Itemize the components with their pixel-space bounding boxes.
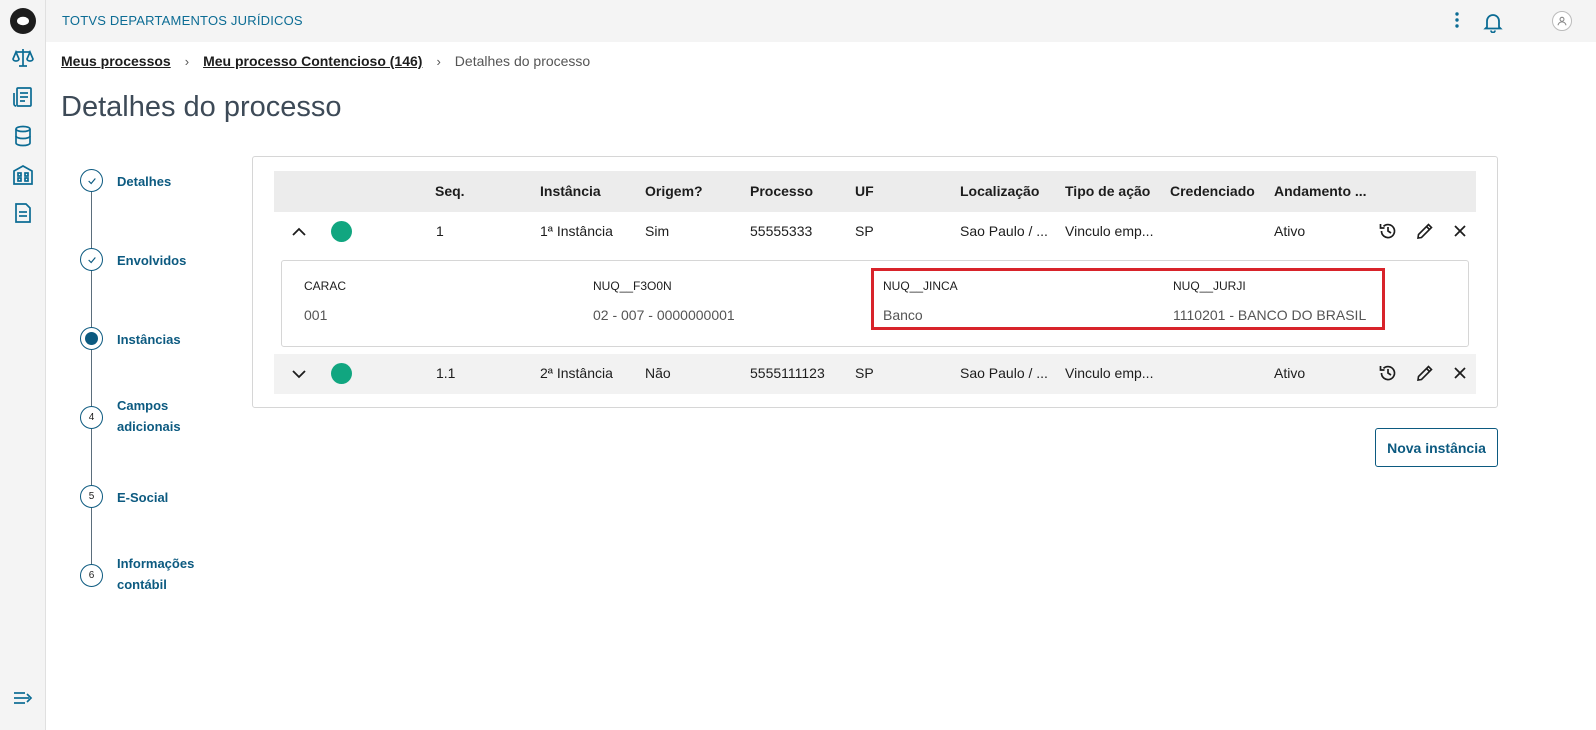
column-header[interactable]: Processo — [750, 183, 813, 199]
column-header[interactable]: UF — [855, 183, 874, 199]
detail-value: 001 — [304, 307, 328, 323]
cell-andamento: Ativo — [1274, 365, 1306, 381]
step-e-social[interactable]: 5 E-Social — [80, 485, 168, 508]
breadcrumb-link-contencioso[interactable]: Meu processo Contencioso (146) — [203, 53, 422, 69]
cell-seq: 1 — [436, 223, 444, 239]
close-icon[interactable] — [1450, 221, 1470, 241]
side-rail — [0, 0, 46, 730]
cell-andamento: Ativo — [1274, 223, 1306, 239]
report-icon[interactable] — [11, 85, 35, 109]
step-informacoes-contabil[interactable]: 6 Informações contábil — [80, 556, 194, 592]
table-row[interactable]: 1.1 2ª Instância Não 5555111123 SP Sao P… — [274, 354, 1476, 394]
column-header[interactable]: Credenciado — [1170, 183, 1255, 199]
cell-instancia: 1ª Instância — [540, 223, 613, 239]
breadcrumb: Meus processos › Meu processo Contencios… — [61, 53, 590, 69]
column-header[interactable]: Origem? — [645, 183, 703, 199]
detail-label: CARAC — [304, 279, 347, 293]
bell-icon[interactable] — [1482, 11, 1504, 34]
top-bar: TOTVS DEPARTAMENTOS JURÍDICOS — [46, 0, 1596, 42]
expand-menu-icon[interactable] — [11, 686, 35, 710]
page-title: Detalhes do processo — [61, 91, 342, 123]
cell-tipo-acao: Vinculo emp... — [1065, 365, 1154, 381]
document-icon[interactable] — [11, 201, 35, 225]
highlight-box — [871, 268, 1385, 330]
app-logo-icon[interactable] — [10, 8, 36, 34]
close-icon[interactable] — [1450, 363, 1470, 383]
cell-localizacao: Sao Paulo / ... — [960, 223, 1048, 239]
building-icon[interactable] — [11, 163, 35, 187]
chevron-down-icon[interactable] — [289, 364, 309, 384]
detail-value: 02 - 007 - 0000000001 — [593, 307, 735, 323]
step-label: Campos adicionais — [117, 398, 181, 434]
database-icon[interactable] — [11, 124, 35, 148]
step-label: E-Social — [117, 490, 169, 505]
cell-tipo-acao: Vinculo emp... — [1065, 223, 1154, 239]
step-label: Instâncias — [117, 332, 181, 347]
column-header[interactable]: Localização — [960, 183, 1039, 199]
table-row[interactable]: 1 1ª Instância Sim 55555333 SP Sao Paulo… — [274, 212, 1476, 252]
step-label: Detalhes — [117, 174, 172, 189]
more-vertical-icon[interactable] — [1446, 10, 1468, 32]
cell-processo: 55555333 — [750, 223, 813, 239]
breadcrumb-current: Detalhes do processo — [454, 53, 591, 69]
cell-seq: 1.1 — [436, 365, 456, 381]
history-icon[interactable] — [1378, 221, 1398, 241]
step-number: 6 — [80, 564, 103, 587]
scale-icon[interactable] — [11, 46, 35, 70]
status-dot — [331, 363, 352, 384]
stepper: Detalhes Envolvidos Instâncias 4 Campos … — [80, 168, 240, 598]
chevron-right-icon: › — [436, 53, 441, 69]
step-number: 5 — [80, 485, 103, 508]
cell-origem: Sim — [645, 223, 670, 239]
new-instance-button[interactable]: Nova instância — [1375, 428, 1498, 467]
step-campos-adicionais[interactable]: 4 Campos adicionais — [80, 398, 181, 434]
cell-instancia: 2ª Instância — [540, 365, 613, 381]
column-header[interactable]: Seq. — [435, 183, 465, 199]
cell-processo: 5555111123 — [750, 365, 825, 381]
chevron-right-icon: › — [184, 53, 190, 69]
status-dot — [331, 221, 352, 242]
instances-card: Seq. Instância Origem? Processo UF Local… — [252, 156, 1498, 408]
history-icon[interactable] — [1378, 363, 1398, 383]
check-icon — [80, 248, 103, 271]
step-active-marker — [80, 327, 103, 350]
edit-icon[interactable] — [1415, 363, 1435, 383]
edit-icon[interactable] — [1415, 221, 1435, 241]
check-icon — [80, 169, 103, 192]
step-envolvidos[interactable]: Envolvidos — [80, 248, 186, 271]
breadcrumb-link-meus-processos[interactable]: Meus processos — [61, 53, 171, 69]
row-detail-panel: CARAC 001 NUQ__F3O0N 02 - 007 - 00000000… — [281, 260, 1469, 347]
cell-uf: SP — [855, 365, 874, 381]
cell-uf: SP — [855, 223, 874, 239]
app-title[interactable]: TOTVS DEPARTAMENTOS JURÍDICOS — [62, 13, 303, 28]
table-header: Seq. Instância Origem? Processo UF Local… — [274, 171, 1476, 212]
step-number: 4 — [80, 406, 103, 429]
column-header[interactable]: Instância — [540, 183, 601, 199]
step-label: Envolvidos — [117, 253, 187, 268]
chevron-up-icon[interactable] — [289, 222, 309, 242]
step-instancias[interactable]: Instâncias — [80, 327, 181, 350]
detail-label: NUQ__F3O0N — [593, 279, 672, 293]
user-icon[interactable] — [1552, 11, 1572, 31]
cell-origem: Não — [645, 365, 671, 381]
column-header[interactable]: Tipo de ação — [1065, 183, 1150, 199]
column-header[interactable]: Andamento ... — [1274, 183, 1367, 199]
step-detalhes[interactable]: Detalhes — [80, 169, 171, 192]
cell-localizacao: Sao Paulo / ... — [960, 365, 1048, 381]
step-label: Informações contábil — [117, 556, 195, 592]
